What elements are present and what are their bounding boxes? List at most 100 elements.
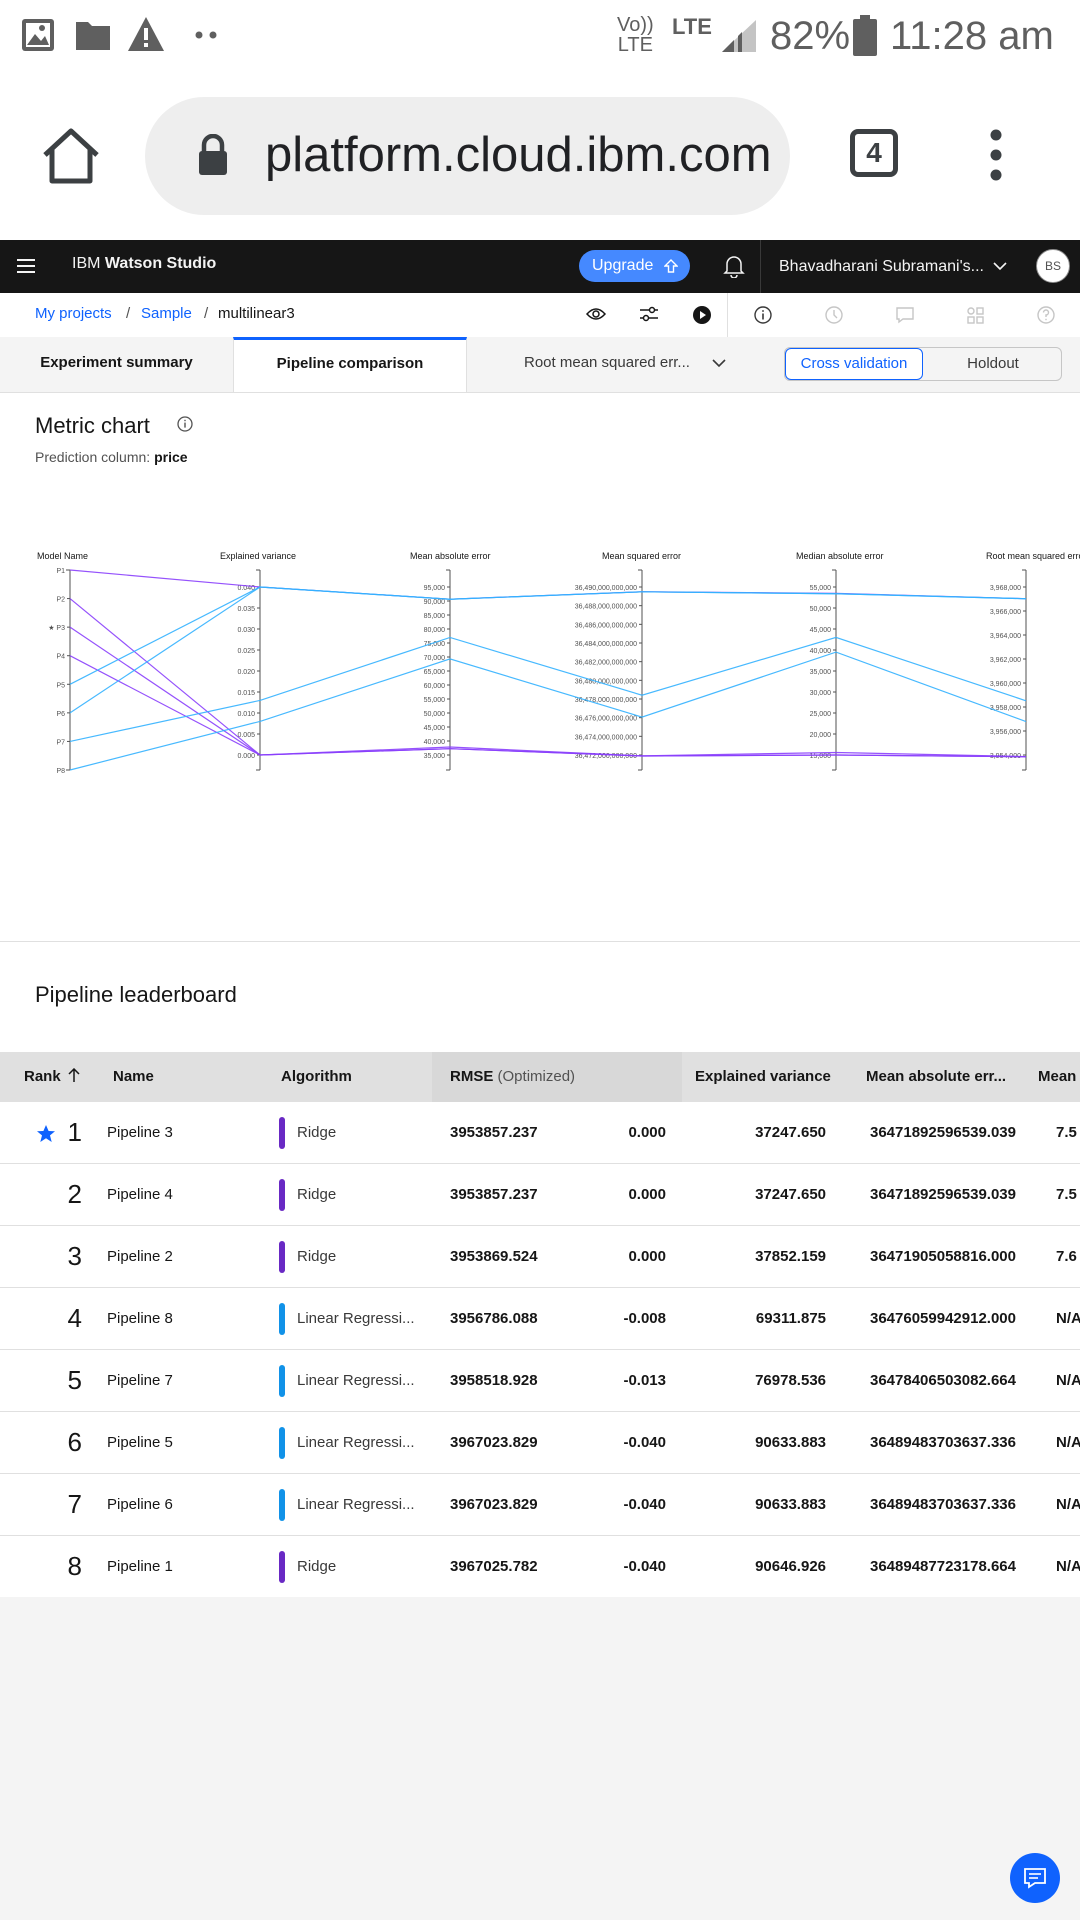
tick-label: 25,000 xyxy=(810,711,832,718)
tick-label: P1 xyxy=(56,568,65,575)
hierarchy-icon xyxy=(967,307,984,324)
pipeline-name[interactable]: Pipeline 2 xyxy=(107,1226,173,1287)
arrow-up-icon xyxy=(68,1067,80,1082)
tick-label: P6 xyxy=(56,711,65,718)
algorithm: Linear Regressi... xyxy=(297,1310,415,1327)
table-row[interactable]: 2 Pipeline 4 Ridge 3953857.237 0.000 37247.65… xyxy=(0,1164,1080,1226)
tab-switcher-button[interactable]: 4 xyxy=(850,129,898,177)
url-text[interactable]: platform.cloud.ibm.com xyxy=(265,127,775,183)
breadcrumb-sample[interactable]: Sample xyxy=(141,305,192,322)
holdout-button[interactable]: Holdout xyxy=(925,348,1061,380)
upgrade-button[interactable]: Upgrade xyxy=(579,250,690,282)
tick-label: 35,000 xyxy=(424,753,446,760)
battery-percent: 82% xyxy=(770,14,851,58)
pipeline-name[interactable]: Pipeline 3 xyxy=(107,1102,173,1163)
leaderboard-title: Pipeline leaderboard xyxy=(35,982,237,1007)
next-metric-value: N/A xyxy=(1056,1558,1080,1575)
tab-pipeline-comparison[interactable]: Pipeline comparison xyxy=(233,337,467,392)
tick-label: 45,000 xyxy=(810,627,832,634)
history-icon xyxy=(825,306,843,324)
mean-squared-error-value: 36489483703637.336 xyxy=(870,1496,1016,1513)
tick-label: 0.030 xyxy=(237,627,255,634)
clock: 11:28 am xyxy=(890,14,1054,58)
tick-label: 3,960,000 xyxy=(990,681,1021,688)
next-metric-value: N/A xyxy=(1056,1372,1080,1389)
algorithm-color-bar xyxy=(279,1117,285,1149)
algorithm: Linear Regressi... xyxy=(297,1372,415,1389)
pipeline-name[interactable]: Pipeline 5 xyxy=(107,1412,173,1473)
header-rank[interactable]: Rank xyxy=(24,1052,80,1102)
breadcrumb-my-projects[interactable]: My projects xyxy=(35,305,112,322)
chat-button[interactable] xyxy=(1010,1853,1060,1903)
explained-variance-value: 0.000 xyxy=(628,1186,666,1203)
algorithm-color-bar xyxy=(279,1489,285,1521)
table-row[interactable]: 4 Pipeline 8 Linear Regressi... 3956786.088… xyxy=(0,1288,1080,1350)
explained-variance-value: -0.040 xyxy=(623,1496,666,1513)
page-background xyxy=(0,1597,1080,1920)
header-mean-absolute-error[interactable]: Mean absolute err... xyxy=(866,1052,1006,1102)
tick-label: 60,000 xyxy=(424,683,446,690)
header-rmse[interactable]: RMSE (Optimized) xyxy=(432,1052,682,1102)
tick-label: 0.010 xyxy=(237,711,255,718)
settings-adjust-icon[interactable] xyxy=(639,305,659,323)
pipeline-name[interactable]: Pipeline 6 xyxy=(107,1474,173,1535)
product-name[interactable]: IBM Watson Studio xyxy=(72,255,216,273)
tick-label: 0.000 xyxy=(237,753,255,760)
tick-label: 15,000 xyxy=(810,753,832,760)
mean-absolute-error-value: 37247.650 xyxy=(755,1124,826,1141)
info-icon[interactable] xyxy=(753,305,773,325)
tick-label: 36,486,000,000,000 xyxy=(575,622,637,629)
tick-label: 20,000 xyxy=(810,732,832,739)
tick-label: P4 xyxy=(56,654,65,661)
tick-label: 90,000 xyxy=(424,599,446,606)
pipeline-name[interactable]: Pipeline 4 xyxy=(107,1164,173,1225)
tick-label: 40,000 xyxy=(810,648,832,655)
address-bar[interactable]: platform.cloud.ibm.com xyxy=(145,97,790,215)
next-metric-value: N/A xyxy=(1056,1496,1080,1513)
avatar[interactable]: BS xyxy=(1036,249,1070,283)
tick-label: 3,958,000 xyxy=(990,705,1021,712)
home-icon[interactable] xyxy=(40,127,102,185)
tick-label: 40,000 xyxy=(424,739,446,746)
header-name[interactable]: Name xyxy=(113,1052,154,1102)
header-explained-variance[interactable]: Explained variance xyxy=(695,1052,831,1102)
mean-absolute-error-value: 76978.536 xyxy=(755,1372,826,1389)
volte-indicator: Vo)) LTE xyxy=(617,14,654,56)
notification-bell-icon[interactable] xyxy=(723,254,745,278)
table-row[interactable]: 1 Pipeline 3 Ridge 3953857.237 0.000 37247.65… xyxy=(0,1102,1080,1164)
algorithm: Ridge xyxy=(297,1248,337,1265)
header-algorithm[interactable]: Algorithm xyxy=(281,1052,352,1102)
algorithm: Ridge xyxy=(297,1558,337,1575)
tick-label: 36,484,000,000,000 xyxy=(575,641,637,648)
table-row[interactable]: 6 Pipeline 5 Linear Regressi... 3967023.829… xyxy=(0,1412,1080,1474)
rank: 1 xyxy=(67,1117,82,1147)
tick-label: 36,490,000,000,000 xyxy=(575,585,637,592)
header-mean[interactable]: Mean xyxy=(1038,1052,1076,1102)
rmse-value: 3967023.829 xyxy=(450,1496,538,1513)
tab-experiment-summary[interactable]: Experiment summary xyxy=(0,337,233,392)
series-line xyxy=(69,655,1027,758)
browser-toolbar: platform.cloud.ibm.com 4 xyxy=(0,75,1080,240)
table-row[interactable]: 7 Pipeline 6 Linear Regressi... 3967023.829… xyxy=(0,1474,1080,1536)
mean-squared-error-value: 36489483703637.336 xyxy=(870,1434,1016,1451)
menu-icon[interactable] xyxy=(17,259,35,273)
cross-validation-button[interactable]: Cross validation xyxy=(785,348,923,380)
metric-dropdown[interactable]: Root mean squared err... xyxy=(468,337,733,392)
pipeline-name[interactable]: Pipeline 8 xyxy=(107,1288,173,1349)
table-row[interactable]: 8 Pipeline 1 Ridge 3967025.782 -0.040 90646.9… xyxy=(0,1536,1080,1598)
view-icon[interactable] xyxy=(586,306,606,322)
info-icon[interactable] xyxy=(176,415,194,433)
more-vert-icon[interactable] xyxy=(985,129,1007,181)
mean-squared-error-value: 36478406503082.664 xyxy=(870,1372,1016,1389)
table-row[interactable]: 5 Pipeline 7 Linear Regressi... 3958518.928… xyxy=(0,1350,1080,1412)
pipeline-name[interactable]: Pipeline 1 xyxy=(107,1536,173,1597)
help-icon xyxy=(1037,306,1055,324)
pipeline-name[interactable]: Pipeline 7 xyxy=(107,1350,173,1411)
view-tabs: Experiment summary Pipeline comparison R… xyxy=(0,337,1080,393)
run-icon[interactable] xyxy=(692,305,712,325)
table-row[interactable]: 3 Pipeline 2 Ridge 3953869.524 0.000 37852.15… xyxy=(0,1226,1080,1288)
tick-label: 50,000 xyxy=(424,711,446,718)
account-switcher[interactable]: Bhavadharani Subramani's... xyxy=(760,240,1020,293)
breadcrumb-separator: / xyxy=(126,305,131,322)
lock-icon[interactable] xyxy=(197,134,229,176)
